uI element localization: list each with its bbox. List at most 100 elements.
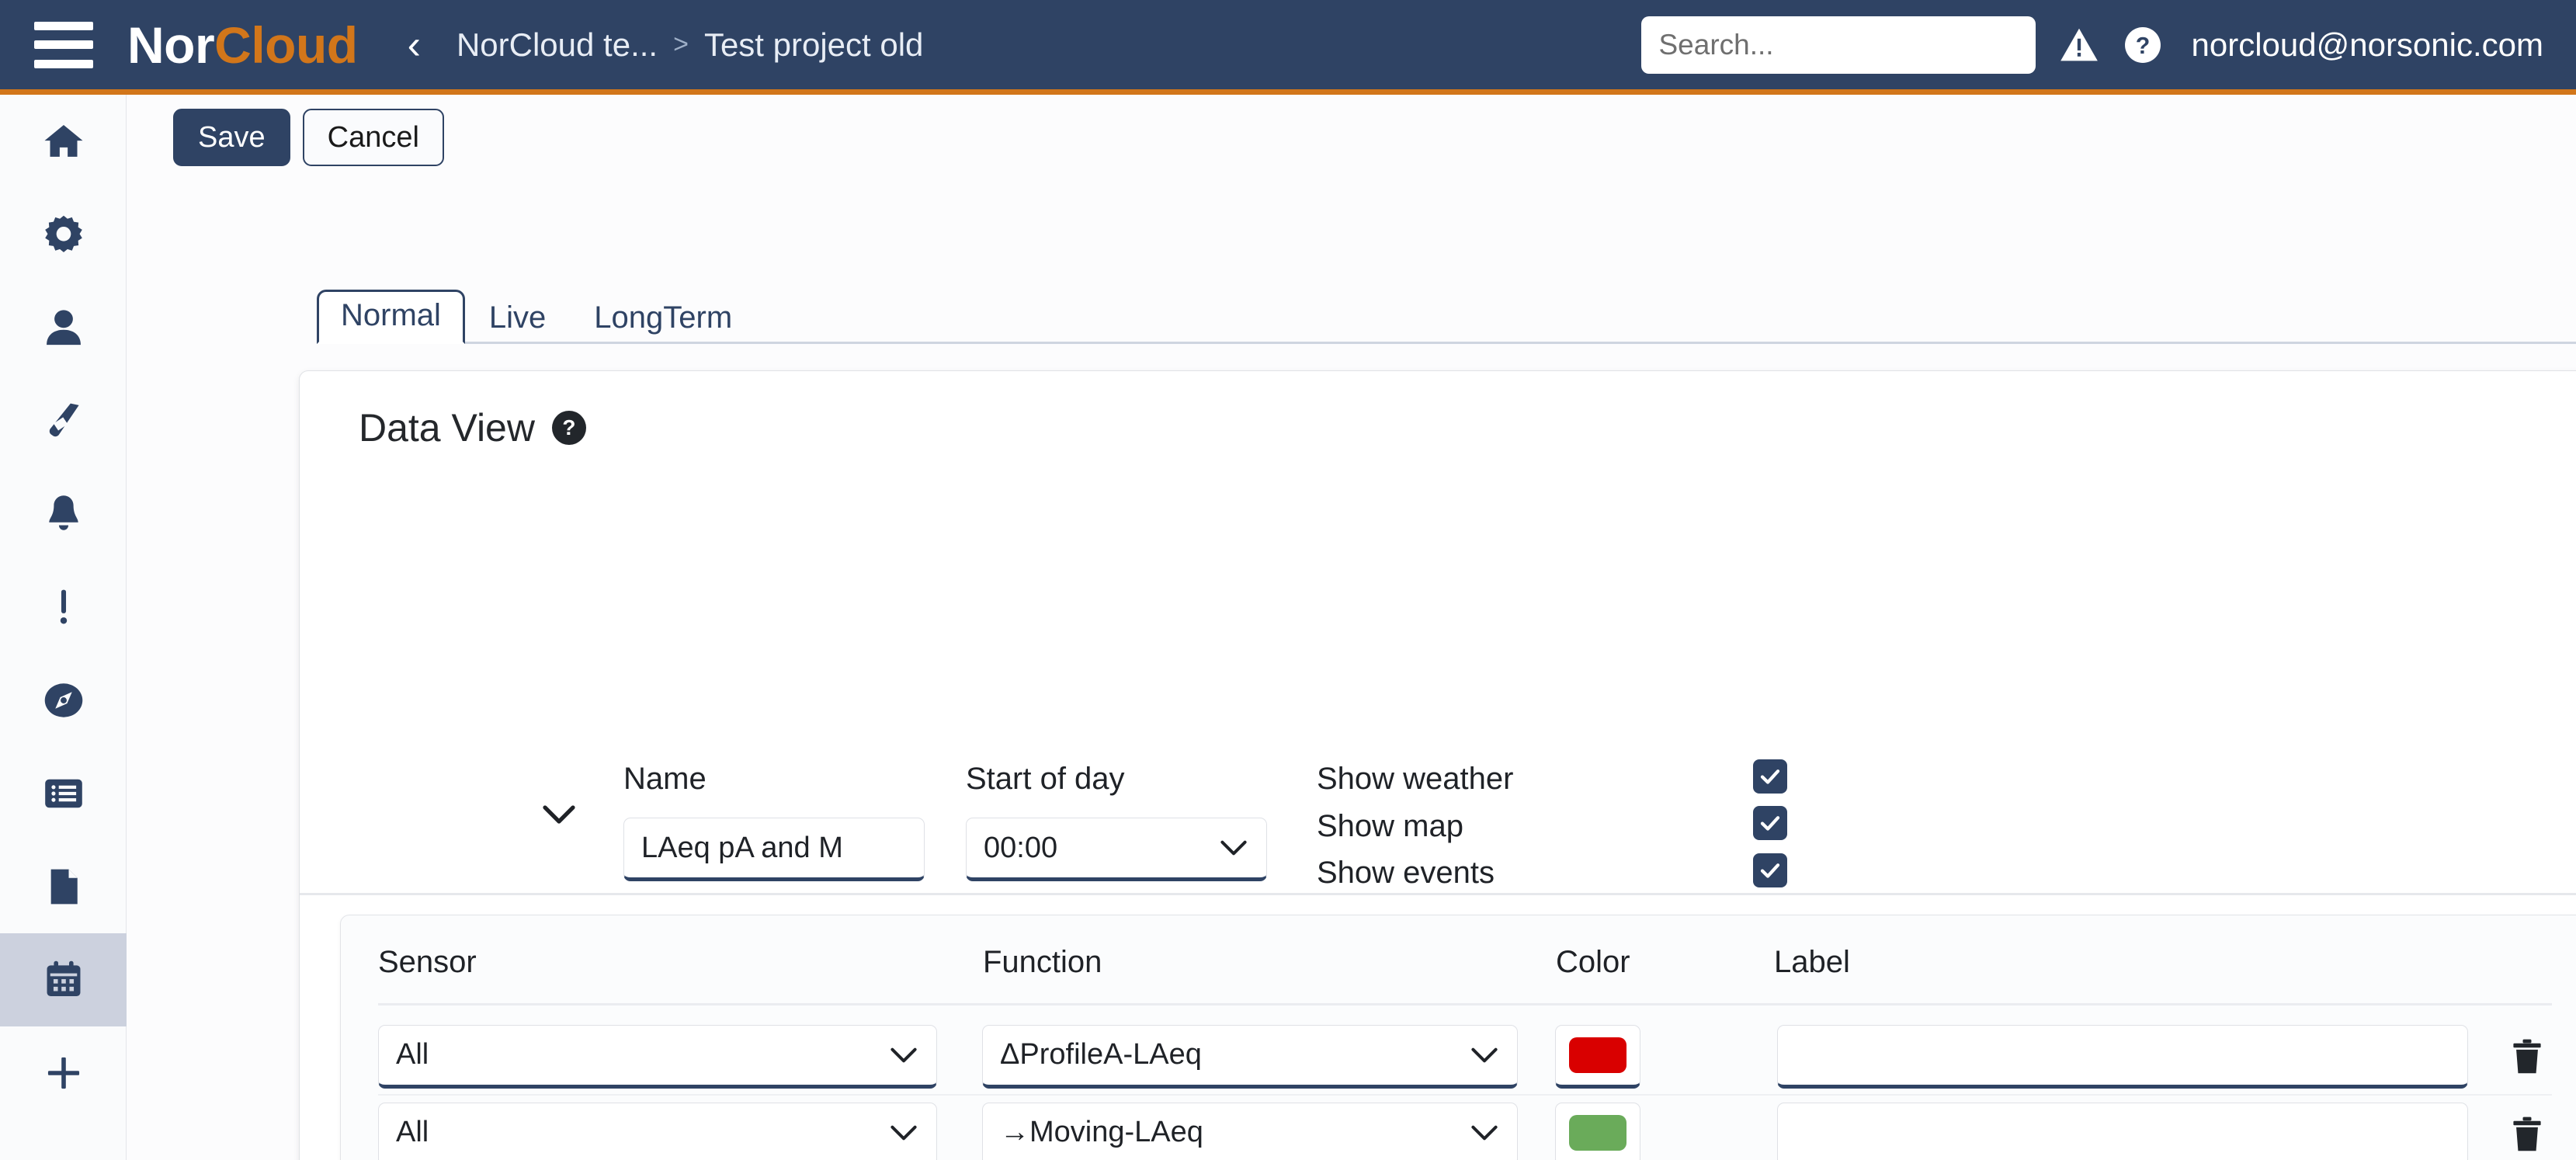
tab-longterm[interactable]: LongTerm [570, 292, 756, 344]
header-actions: ? norcloud@norsonic.com [1641, 16, 2543, 74]
hamburger-bar [34, 21, 93, 30]
back-chevron-icon[interactable]: ‹ [401, 25, 427, 65]
person-icon [46, 310, 81, 346]
series-table-card: Sensor Function Color Label All ΔProfile… [340, 915, 2576, 1160]
name-field-label: Name [623, 762, 706, 796]
trash-icon [2513, 1117, 2541, 1151]
main-content: Save Cancel Normal Live LongTerm Data Vi… [127, 95, 2576, 1160]
gear-icon [44, 215, 82, 252]
breadcrumb: NorCloud te... > Test project old [457, 26, 923, 64]
logo-text-nor: Nor [127, 16, 215, 74]
column-header-sensor: Sensor [378, 945, 477, 979]
color-swatch [1569, 1114, 1626, 1151]
sidebar-item-reports[interactable] [0, 840, 127, 933]
chevron-down-icon [1471, 1125, 1498, 1140]
bell-icon [48, 495, 78, 530]
function-select-row-0[interactable]: ΔProfileA-LAeq [982, 1024, 1518, 1089]
show-map-checkbox[interactable] [1753, 806, 1787, 840]
start-of-day-label: Start of day [966, 762, 1125, 796]
data-view-card: Data View ? Name Start of day 00:00 Show… [299, 370, 2576, 1160]
save-button[interactable]: Save [173, 109, 290, 166]
label-input-row-0[interactable] [1795, 1025, 2450, 1085]
list-icon [44, 779, 82, 808]
app-logo[interactable]: NorCloud [127, 16, 358, 75]
sidebar-item-measurement[interactable] [0, 374, 127, 467]
tab-live[interactable]: Live [465, 292, 570, 344]
column-header-color: Color [1556, 945, 1630, 979]
data-view-header: Data View ? [359, 408, 586, 447]
help-circle-icon[interactable]: ? [2123, 25, 2163, 65]
sidebar-item-home[interactable] [0, 95, 127, 188]
sensor-value: All [396, 1116, 429, 1148]
chevron-down-icon [1220, 840, 1247, 856]
color-cell-row-1 [1555, 1102, 1640, 1160]
hamburger-menu-icon[interactable] [34, 21, 93, 68]
cancel-button[interactable]: Cancel [302, 109, 444, 166]
show-map-label: Show map [1317, 809, 1463, 843]
hamburger-bar [34, 40, 93, 49]
sidebar-item-add[interactable] [0, 1026, 127, 1120]
sidebar-item-user[interactable] [0, 281, 127, 374]
show-weather-label: Show weather [1317, 762, 1514, 796]
logo-text-cloud: Cloud [214, 16, 358, 74]
sidebar-item-settings[interactable] [0, 188, 127, 281]
color-picker-row-1[interactable] [1555, 1102, 1640, 1160]
check-icon [1760, 769, 1780, 784]
sidebar-item-explore[interactable] [0, 654, 127, 747]
sensor-select-row-0[interactable]: All [378, 1024, 937, 1089]
delete-row-button-1[interactable] [2510, 1116, 2544, 1153]
breadcrumb-separator: > [673, 30, 689, 59]
check-icon [1760, 863, 1780, 878]
name-input-wrapper [623, 818, 925, 881]
color-picker-row-0[interactable] [1555, 1024, 1640, 1089]
tab-normal[interactable]: Normal [317, 290, 465, 344]
start-of-day-select[interactable]: 00:00 [966, 818, 1267, 881]
sidebar-item-calendar[interactable] [0, 933, 127, 1026]
row-divider [378, 1094, 2552, 1096]
search-input[interactable] [1641, 16, 2036, 74]
collapse-chevron-down-icon[interactable] [540, 802, 578, 827]
hamburger-bar [34, 59, 93, 68]
sensor-select-row-1[interactable]: All [378, 1102, 937, 1160]
compass-icon [44, 683, 82, 717]
function-select-row-1[interactable]: →Moving-LAeq [982, 1102, 1518, 1160]
label-input-row-1[interactable] [1795, 1103, 2450, 1160]
color-cell-row-0 [1555, 1024, 1640, 1089]
section-divider [300, 893, 2576, 895]
delete-row-button-0[interactable] [2510, 1038, 2544, 1075]
tab-bar: Normal Live LongTerm [317, 290, 2576, 344]
warning-triangle-icon[interactable] [2059, 25, 2099, 65]
label-input-wrapper-row-0 [1777, 1024, 2468, 1089]
function-value: ΔProfileA-LAeq [1000, 1038, 1202, 1071]
chevron-down-icon [1471, 1047, 1498, 1062]
show-weather-checkbox[interactable] [1753, 759, 1787, 794]
page-title: Data View [359, 406, 535, 450]
function-value: →Moving-LAeq [1000, 1116, 1203, 1148]
sidebar-item-alarms[interactable] [0, 561, 127, 654]
top-header-bar: NorCloud ‹ NorCloud te... > Test project… [0, 0, 2576, 95]
color-swatch [1569, 1037, 1626, 1073]
trash-icon [2513, 1039, 2541, 1073]
sensor-value: All [396, 1038, 429, 1071]
left-sidebar [0, 95, 127, 1160]
table-row: All →Moving-LAeq [378, 1096, 2552, 1160]
plus-icon [47, 1057, 79, 1089]
breadcrumb-parent[interactable]: NorCloud te... [457, 26, 658, 64]
help-circle-icon[interactable]: ? [551, 411, 586, 445]
start-of-day-value: 00:00 [984, 831, 1058, 864]
sidebar-item-list[interactable] [0, 747, 127, 840]
column-header-label: Label [1774, 945, 1850, 979]
check-icon [1760, 816, 1780, 831]
show-events-checkbox[interactable] [1753, 853, 1787, 887]
action-toolbar: Save Cancel [173, 109, 444, 166]
document-icon [50, 869, 78, 905]
breadcrumb-current[interactable]: Test project old [704, 26, 923, 64]
sound-meter-icon [49, 403, 79, 437]
user-email-label[interactable]: norcloud@norsonic.com [2191, 26, 2543, 64]
chevron-down-icon [890, 1125, 917, 1140]
sidebar-item-alerts[interactable] [0, 467, 127, 561]
chevron-down-icon [890, 1047, 917, 1062]
table-row: All ΔProfileA-LAeq [378, 1019, 2552, 1094]
label-input-wrapper-row-1 [1777, 1102, 2468, 1160]
name-input[interactable] [641, 818, 907, 877]
